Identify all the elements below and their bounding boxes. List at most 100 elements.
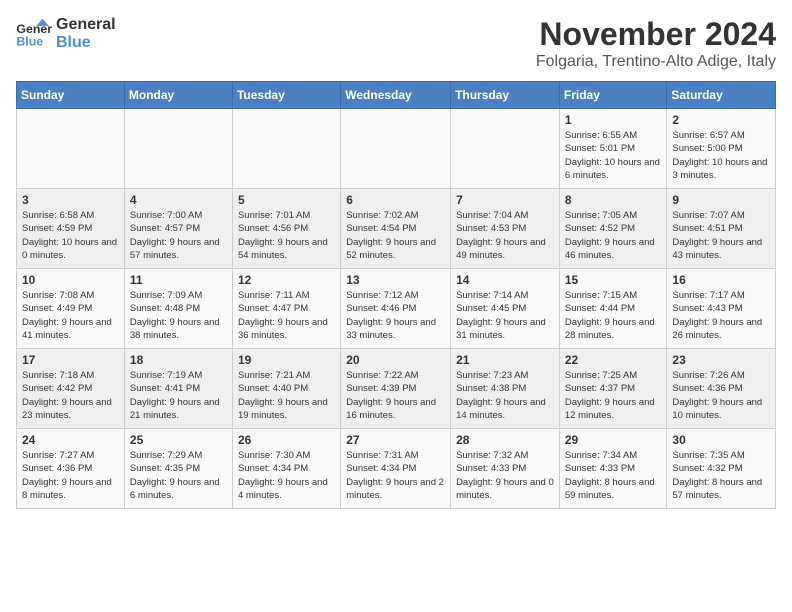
day-info: Sunrise: 7:31 AM Sunset: 4:34 PM Dayligh… (346, 449, 445, 502)
header-sunday: Sunday (17, 82, 125, 109)
day-info: Sunrise: 7:01 AM Sunset: 4:56 PM Dayligh… (238, 209, 335, 262)
day-info: Sunrise: 7:11 AM Sunset: 4:47 PM Dayligh… (238, 289, 335, 342)
day-number: 15 (565, 273, 662, 287)
day-number: 9 (672, 193, 770, 207)
day-info: Sunrise: 6:55 AM Sunset: 5:01 PM Dayligh… (565, 129, 662, 182)
day-number: 6 (346, 193, 445, 207)
day-number: 19 (238, 353, 335, 367)
calendar-cell: 10 Sunrise: 7:08 AM Sunset: 4:49 PM Dayli… (17, 269, 125, 349)
day-info: Sunrise: 7:05 AM Sunset: 4:52 PM Dayligh… (565, 209, 662, 262)
day-number: 10 (22, 273, 119, 287)
logo-general: General (56, 16, 116, 34)
day-info: Sunrise: 6:57 AM Sunset: 5:00 PM Dayligh… (672, 129, 770, 182)
day-info: Sunrise: 7:14 AM Sunset: 4:45 PM Dayligh… (456, 289, 554, 342)
calendar-cell: 29 Sunrise: 7:34 AM Sunset: 4:33 PM Dayli… (559, 429, 667, 509)
calendar-cell: 11Sunrise: 7:09 AM Sunset: 4:48 PM Dayli… (124, 269, 232, 349)
day-number: 13 (346, 273, 445, 287)
calendar-cell: 5 Sunrise: 7:01 AM Sunset: 4:56 PM Daylig… (232, 189, 340, 269)
day-info: Sunrise: 7:15 AM Sunset: 4:44 PM Dayligh… (565, 289, 662, 342)
calendar-cell: 17 Sunrise: 7:18 AM Sunset: 4:42 PM Dayli… (17, 349, 125, 429)
day-info: Sunrise: 7:29 AM Sunset: 4:35 PM Dayligh… (130, 449, 227, 502)
calendar-cell (124, 109, 232, 189)
day-info: Sunrise: 7:00 AM Sunset: 4:57 PM Dayligh… (130, 209, 227, 262)
day-info: Sunrise: 7:35 AM Sunset: 4:32 PM Dayligh… (672, 449, 770, 502)
month-title: November 2024 (536, 16, 776, 53)
day-info: Sunrise: 7:27 AM Sunset: 4:36 PM Dayligh… (22, 449, 119, 502)
calendar-cell: 6 Sunrise: 7:02 AM Sunset: 4:54 PM Daylig… (341, 189, 451, 269)
day-info: Sunrise: 6:58 AM Sunset: 4:59 PM Dayligh… (22, 209, 119, 262)
day-number: 4 (130, 193, 227, 207)
calendar-week-5: 24 Sunrise: 7:27 AM Sunset: 4:36 PM Dayli… (17, 429, 776, 509)
calendar-week-1: 1 Sunrise: 6:55 AM Sunset: 5:01 PM Daylig… (17, 109, 776, 189)
day-info: Sunrise: 7:22 AM Sunset: 4:39 PM Dayligh… (346, 369, 445, 422)
day-info: Sunrise: 7:08 AM Sunset: 4:49 PM Dayligh… (22, 289, 119, 342)
day-number: 11 (130, 273, 227, 287)
calendar-cell: 19 Sunrise: 7:21 AM Sunset: 4:40 PM Dayli… (232, 349, 340, 429)
calendar-week-4: 17 Sunrise: 7:18 AM Sunset: 4:42 PM Dayli… (17, 349, 776, 429)
logo-icon: General Blue (16, 19, 52, 49)
day-number: 7 (456, 193, 554, 207)
day-info: Sunrise: 7:12 AM Sunset: 4:46 PM Dayligh… (346, 289, 445, 342)
day-info: Sunrise: 7:19 AM Sunset: 4:41 PM Dayligh… (130, 369, 227, 422)
header-wednesday: Wednesday (341, 82, 451, 109)
day-info: Sunrise: 7:26 AM Sunset: 4:36 PM Dayligh… (672, 369, 770, 422)
day-number: 26 (238, 433, 335, 447)
calendar-cell (232, 109, 340, 189)
header-saturday: Saturday (667, 82, 776, 109)
header-friday: Friday (559, 82, 667, 109)
logo: General Blue General Blue (16, 16, 116, 51)
calendar-table: SundayMondayTuesdayWednesdayThursdayFrid… (16, 81, 776, 509)
calendar-cell: 25 Sunrise: 7:29 AM Sunset: 4:35 PM Dayli… (124, 429, 232, 509)
calendar-cell: 7 Sunrise: 7:04 AM Sunset: 4:53 PM Daylig… (451, 189, 560, 269)
calendar-cell: 12 Sunrise: 7:11 AM Sunset: 4:47 PM Dayli… (232, 269, 340, 349)
calendar-cell: 20 Sunrise: 7:22 AM Sunset: 4:39 PM Dayli… (341, 349, 451, 429)
day-number: 17 (22, 353, 119, 367)
calendar-cell: 21Sunrise: 7:23 AM Sunset: 4:38 PM Dayli… (451, 349, 560, 429)
calendar-cell: 28 Sunrise: 7:32 AM Sunset: 4:33 PM Dayli… (451, 429, 560, 509)
page-header: General Blue General Blue November 2024 … (16, 16, 776, 71)
day-number: 25 (130, 433, 227, 447)
title-area: November 2024 Folgaria, Trentino-Alto Ad… (536, 16, 776, 71)
logo-blue: Blue (56, 34, 116, 52)
day-number: 21 (456, 353, 554, 367)
day-info: Sunrise: 7:34 AM Sunset: 4:33 PM Dayligh… (565, 449, 662, 502)
calendar-cell: 8 Sunrise: 7:05 AM Sunset: 4:52 PM Daylig… (559, 189, 667, 269)
day-info: Sunrise: 7:02 AM Sunset: 4:54 PM Dayligh… (346, 209, 445, 262)
header-monday: Monday (124, 82, 232, 109)
day-number: 18 (130, 353, 227, 367)
calendar-cell: 24 Sunrise: 7:27 AM Sunset: 4:36 PM Dayli… (17, 429, 125, 509)
calendar-cell (451, 109, 560, 189)
calendar-cell: 3 Sunrise: 6:58 AM Sunset: 4:59 PM Daylig… (17, 189, 125, 269)
day-info: Sunrise: 7:18 AM Sunset: 4:42 PM Dayligh… (22, 369, 119, 422)
calendar-cell: 27 Sunrise: 7:31 AM Sunset: 4:34 PM Dayli… (341, 429, 451, 509)
day-number: 23 (672, 353, 770, 367)
day-number: 24 (22, 433, 119, 447)
header-thursday: Thursday (451, 82, 560, 109)
calendar-cell: 22Sunrise: 7:25 AM Sunset: 4:37 PM Dayli… (559, 349, 667, 429)
calendar-week-2: 3 Sunrise: 6:58 AM Sunset: 4:59 PM Daylig… (17, 189, 776, 269)
calendar-cell (17, 109, 125, 189)
calendar-cell: 9Sunrise: 7:07 AM Sunset: 4:51 PM Daylig… (667, 189, 776, 269)
calendar-cell: 26Sunrise: 7:30 AM Sunset: 4:34 PM Dayli… (232, 429, 340, 509)
day-number: 12 (238, 273, 335, 287)
calendar-cell: 2Sunrise: 6:57 AM Sunset: 5:00 PM Daylig… (667, 109, 776, 189)
calendar-cell: 18 Sunrise: 7:19 AM Sunset: 4:41 PM Dayli… (124, 349, 232, 429)
day-number: 22 (565, 353, 662, 367)
day-number: 3 (22, 193, 119, 207)
day-number: 1 (565, 113, 662, 127)
day-number: 28 (456, 433, 554, 447)
day-info: Sunrise: 7:21 AM Sunset: 4:40 PM Dayligh… (238, 369, 335, 422)
day-number: 5 (238, 193, 335, 207)
header-tuesday: Tuesday (232, 82, 340, 109)
day-number: 29 (565, 433, 662, 447)
day-number: 27 (346, 433, 445, 447)
day-info: Sunrise: 7:32 AM Sunset: 4:33 PM Dayligh… (456, 449, 554, 502)
calendar-cell: 15 Sunrise: 7:15 AM Sunset: 4:44 PM Dayli… (559, 269, 667, 349)
location-title: Folgaria, Trentino-Alto Adige, Italy (536, 53, 776, 71)
day-info: Sunrise: 7:04 AM Sunset: 4:53 PM Dayligh… (456, 209, 554, 262)
calendar-cell: 14 Sunrise: 7:14 AM Sunset: 4:45 PM Dayli… (451, 269, 560, 349)
calendar-cell: 30Sunrise: 7:35 AM Sunset: 4:32 PM Dayli… (667, 429, 776, 509)
day-number: 14 (456, 273, 554, 287)
day-number: 20 (346, 353, 445, 367)
day-number: 8 (565, 193, 662, 207)
